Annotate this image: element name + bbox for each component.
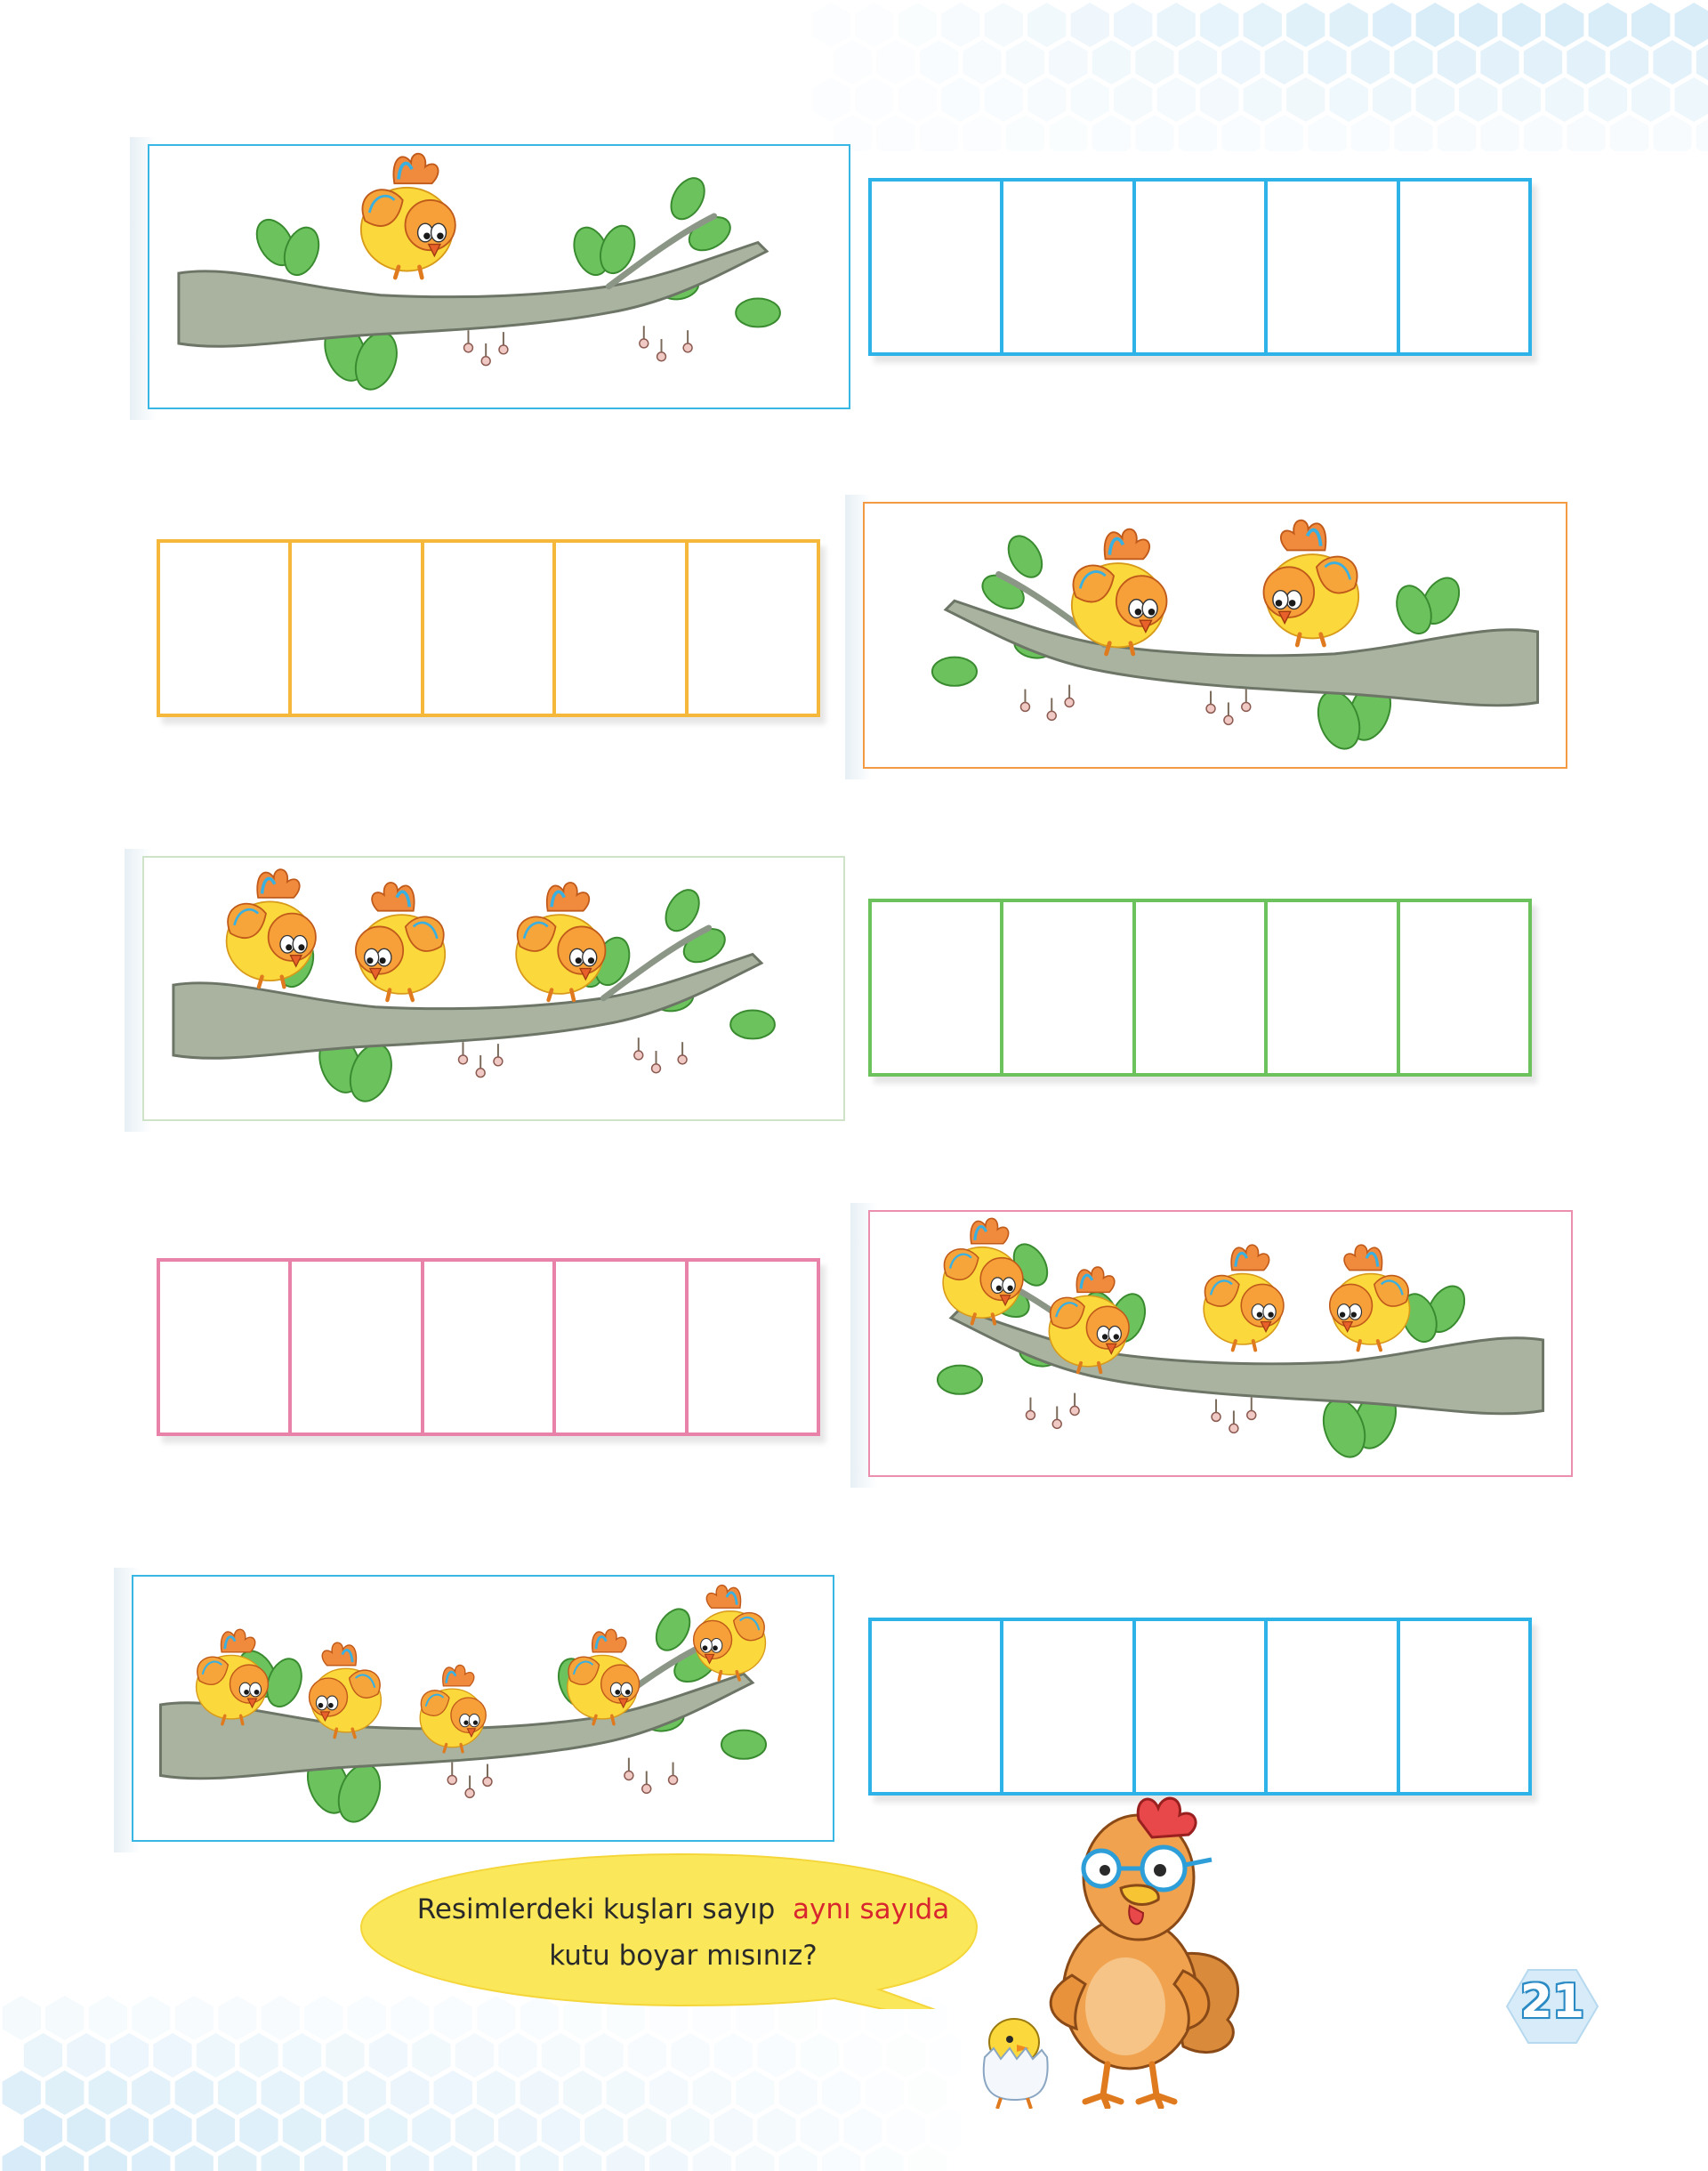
branch-scene [177, 152, 781, 391]
branch-scene [931, 519, 1540, 750]
branch-scene [158, 1584, 768, 1823]
answer-boxes-4 [157, 1258, 820, 1436]
tree-branch-icon [177, 177, 781, 391]
color-box[interactable] [1136, 902, 1269, 1073]
bird-picture-3 [125, 849, 845, 1132]
color-box[interactable] [1400, 182, 1528, 352]
answer-boxes-3 [868, 899, 1532, 1077]
instruction-bubble: Resimlerdeki kuşları sayıp aynı sayıda k… [354, 1849, 1012, 2009]
answer-boxes-2 [157, 539, 820, 717]
yellow-bird-icon [1070, 528, 1168, 657]
color-box[interactable] [872, 1621, 1004, 1792]
page-number: 21 [1519, 1975, 1585, 2029]
answer-boxes-1 [868, 178, 1532, 356]
color-box[interactable] [424, 543, 557, 714]
color-box[interactable] [1003, 902, 1136, 1073]
bird-picture-2 [845, 495, 1567, 779]
color-box[interactable] [1003, 1621, 1136, 1792]
hexagon-pattern-top [811, 3, 1708, 151]
yellow-bird-icon [1203, 1244, 1285, 1352]
bird-picture-4 [850, 1203, 1573, 1488]
color-box[interactable] [1268, 182, 1400, 352]
instruction-highlight: aynı sayıda [793, 1893, 950, 1925]
bird-picture-5 [114, 1568, 834, 1852]
answer-boxes-5 [868, 1618, 1532, 1796]
instruction-text: Resimlerdeki kuşları sayıp aynı sayıda k… [354, 1886, 1012, 1979]
color-box[interactable] [689, 1262, 817, 1433]
color-box[interactable] [689, 543, 817, 714]
bird-picture-1 [130, 137, 850, 420]
hexagon-pattern-bottom [2, 1996, 961, 2171]
color-box[interactable] [1400, 1621, 1528, 1792]
color-box[interactable] [160, 1262, 293, 1433]
color-box[interactable] [292, 543, 424, 714]
yellow-bird-icon [1328, 1244, 1411, 1352]
tree-branch-icon [931, 535, 1540, 750]
color-box[interactable] [1003, 182, 1136, 352]
color-box[interactable] [872, 902, 1004, 1073]
color-box[interactable] [1136, 182, 1269, 352]
color-box[interactable] [556, 543, 689, 714]
color-box[interactable] [556, 1262, 689, 1433]
color-box[interactable] [160, 543, 293, 714]
tree-branch-icon [936, 1243, 1545, 1458]
page-number-badge: 21 [1503, 1966, 1601, 2046]
instruction-part2: kutu boyar mısınız? [549, 1940, 818, 1972]
color-box[interactable] [872, 182, 1004, 352]
chick-in-egg-icon [982, 2018, 1049, 2109]
color-box[interactable] [1268, 902, 1400, 1073]
yellow-bird-icon [355, 882, 447, 1003]
color-box[interactable] [1400, 902, 1528, 1073]
color-box[interactable] [424, 1262, 557, 1433]
branch-scene [172, 868, 776, 1102]
color-box[interactable] [1268, 1621, 1400, 1792]
instruction-part1: Resimlerdeki kuşları sayıp [416, 1893, 776, 1925]
branch-scene [936, 1217, 1545, 1458]
color-box[interactable] [1136, 1621, 1269, 1792]
yellow-bird-icon [359, 152, 456, 280]
yellow-bird-icon [1262, 519, 1360, 648]
color-box[interactable] [292, 1262, 424, 1433]
